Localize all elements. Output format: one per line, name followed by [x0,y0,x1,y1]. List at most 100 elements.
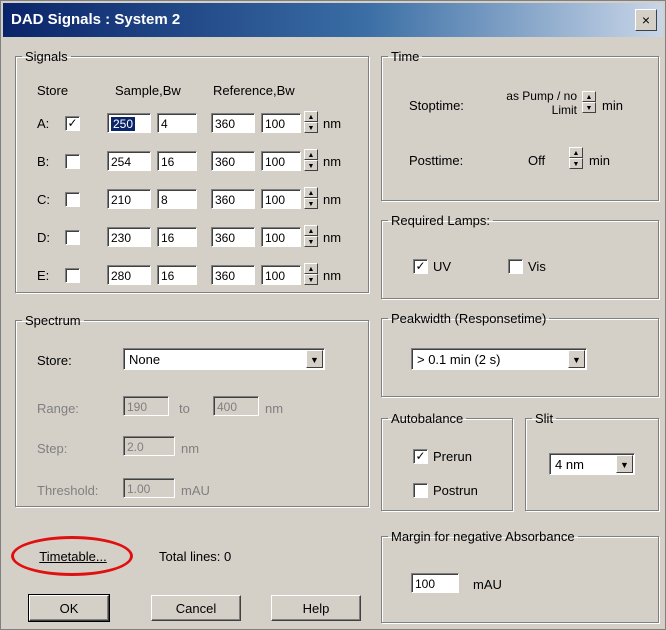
range-label: Range: [37,401,79,416]
step-input[interactable]: 2.0 [123,436,175,456]
stoptime-label: Stoptime: [409,98,464,113]
threshold-label: Threshold: [37,483,99,498]
stoptime-unit: min [602,98,623,113]
highlight-ring [11,536,133,576]
reference-wavelength-input[interactable]: 360 [211,113,255,133]
spin-down-icon[interactable]: ▼ [304,122,318,133]
ok-button[interactable]: OK [28,594,110,622]
store-checkbox[interactable] [65,230,80,245]
peakwidth-select[interactable]: > 0.1 min (2 s) ▼ [411,348,587,370]
sample-wavelength-value: 230 [111,231,132,245]
sample-wavelength-input[interactable]: 254 [107,151,151,171]
reference-wavelength-input[interactable]: 360 [211,151,255,171]
reference-spinner[interactable]: ▲ ▼ [304,263,318,287]
range-to-label: to [179,401,190,416]
threshold-unit: mAU [181,483,210,498]
sample-bandwidth-input[interactable]: 8 [157,189,197,209]
check-icon: ✓ [415,259,426,273]
peakwidth-legend: Peakwidth (Responsetime) [391,311,547,326]
vis-label: Vis [528,259,546,274]
window-title: DAD Signals : System 2 [11,11,181,28]
slit-select[interactable]: 4 nm ▼ [549,453,635,475]
margin-input[interactable]: 100 [411,573,459,593]
chevron-down-icon[interactable]: ▼ [306,350,323,368]
total-lines-label: Total lines: 0 [159,549,232,564]
spin-down-icon[interactable]: ▼ [304,236,318,247]
chevron-down-icon[interactable]: ▼ [568,350,585,368]
sample-wavelength-input[interactable]: 280 [107,265,151,285]
spin-up-icon[interactable]: ▲ [304,187,318,198]
wavelength-unit: nm [323,154,342,169]
range-to-input[interactable]: 400 [213,396,259,416]
uv-label: UV [433,259,452,274]
lamps-legend: Required Lamps: [391,213,490,228]
reference-wavelength-input[interactable]: 360 [211,189,255,209]
spin-down-icon[interactable]: ▼ [304,198,318,209]
signal-letter: A: [37,116,50,131]
spin-up-icon[interactable]: ▲ [304,263,318,274]
signal-letter: B: [37,154,50,169]
reference-bw-header: Reference,Bw [213,83,295,98]
posttime-label: Posttime: [409,153,464,168]
posttime-spinner[interactable]: ▲ ▼ [569,147,583,171]
signals-legend: Signals [25,49,68,64]
stoptime-spinner[interactable]: ▲ ▼ [582,91,596,115]
reference-wavelength-input[interactable]: 360 [211,227,255,247]
reference-bandwidth-input[interactable]: 100 [261,113,301,133]
sample-wavelength-input[interactable]: 210 [107,189,151,209]
spectrum-store-value: None [129,352,161,367]
sample-bandwidth-input[interactable]: 16 [157,151,197,171]
reference-spinner[interactable]: ▲ ▼ [304,111,318,135]
spin-up-icon[interactable]: ▲ [304,149,318,160]
check-icon: ✓ [67,116,78,130]
reference-bandwidth-input[interactable]: 100 [261,265,301,285]
sample-wavelength-input[interactable]: 230 [107,227,151,247]
prerun-checkbox[interactable]: ✓ [413,449,428,464]
sample-bandwidth-input[interactable]: 16 [157,265,197,285]
chevron-down-icon[interactable]: ▼ [616,455,633,473]
close-button[interactable]: × [635,9,657,31]
reference-spinner[interactable]: ▲ ▼ [304,149,318,173]
spectrum-store-label: Store: [37,353,72,368]
store-checkbox[interactable] [65,154,80,169]
reference-spinner[interactable]: ▲ ▼ [304,187,318,211]
signal-letter: D: [37,230,50,245]
reference-wavelength-input[interactable]: 360 [211,265,255,285]
threshold-input[interactable]: 1.00 [123,478,175,498]
store-checkbox[interactable] [65,192,80,207]
time-group: Time [381,49,659,201]
reference-bandwidth-input[interactable]: 100 [261,151,301,171]
autobalance-legend: Autobalance [391,411,464,426]
sample-wavelength-value: 210 [111,193,132,207]
margin-legend: Margin for negative Absorbance [391,529,575,544]
spin-down-icon[interactable]: ▼ [304,160,318,171]
sample-bandwidth-input[interactable]: 16 [157,227,197,247]
spin-down-icon[interactable]: ▼ [569,158,583,169]
peakwidth-value: > 0.1 min (2 s) [417,352,501,367]
sample-wavelength-input[interactable]: 250 [107,113,151,133]
reference-bandwidth-input[interactable]: 100 [261,227,301,247]
dad-signals-dialog: DAD Signals : System 2 × Signals Store S… [0,0,666,630]
cancel-button[interactable]: Cancel [151,595,241,621]
spectrum-store-select[interactable]: None ▼ [123,348,325,370]
postrun-checkbox[interactable] [413,483,428,498]
spin-up-icon[interactable]: ▲ [569,147,583,158]
uv-checkbox[interactable]: ✓ [413,259,428,274]
spin-up-icon[interactable]: ▲ [304,225,318,236]
store-checkbox[interactable]: ✓ [65,116,80,131]
help-button[interactable]: Help [271,595,361,621]
store-checkbox[interactable] [65,268,80,283]
reference-bandwidth-input[interactable]: 100 [261,189,301,209]
spin-down-icon[interactable]: ▼ [582,102,596,113]
margin-unit: mAU [473,577,502,592]
spin-up-icon[interactable]: ▲ [582,91,596,102]
vis-checkbox[interactable] [508,259,523,274]
reference-spinner[interactable]: ▲ ▼ [304,225,318,249]
sample-wavelength-value: 280 [111,269,132,283]
range-from-input[interactable]: 190 [123,396,169,416]
spin-up-icon[interactable]: ▲ [304,111,318,122]
spin-down-icon[interactable]: ▼ [304,274,318,285]
title-bar[interactable]: DAD Signals : System 2 × [3,3,663,37]
sample-bandwidth-input[interactable]: 4 [157,113,197,133]
step-unit: nm [181,441,200,456]
